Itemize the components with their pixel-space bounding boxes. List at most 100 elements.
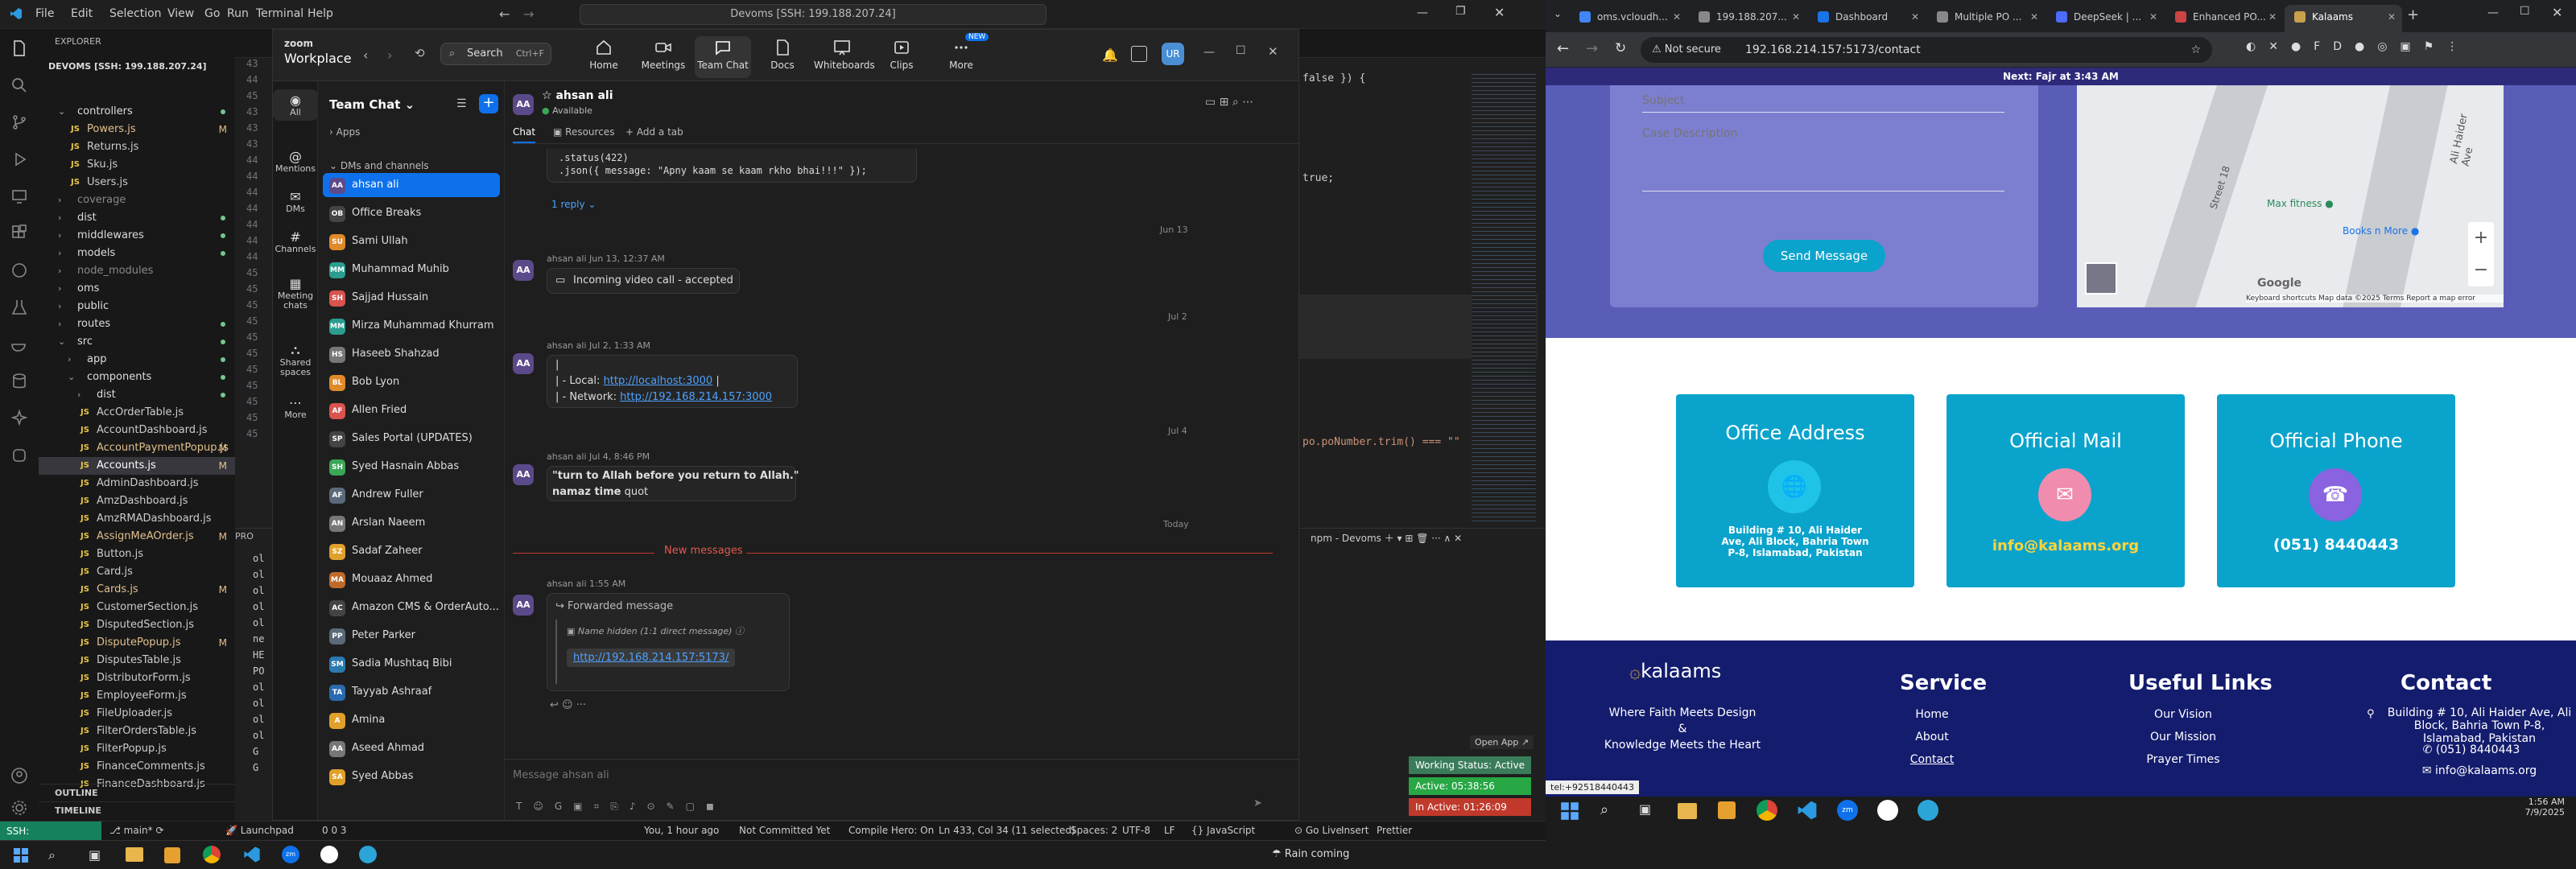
footer-link[interactable]: Our Mission (2127, 731, 2240, 743)
rail-meeting-chats[interactable]: ▦ Meeting chats (273, 273, 318, 314)
footer-link[interactable]: Home (1900, 708, 1964, 721)
menu-terminal[interactable]: Terminal (256, 7, 303, 20)
composer-toolbar[interactable]: T☺G▣⌗⎘♪⊙✎▢◼ (516, 801, 725, 813)
footer-phone[interactable]: ✆ (051) 8440443 (2415, 743, 2528, 756)
footer-logo[interactable]: ۞kalaams (1629, 660, 1721, 682)
chrome-taskbar-icon-2[interactable] (1757, 800, 1777, 821)
tree-folder[interactable]: › models (39, 245, 235, 262)
dms-section[interactable]: ⌄ DMs and channels (329, 160, 429, 171)
app2-taskbar-icon[interactable] (359, 846, 377, 863)
map-poi-books[interactable]: Books n More ● (2343, 225, 2419, 237)
contact-item[interactable]: MA Mouaaz Ahmed (323, 567, 500, 591)
browser-tab[interactable]: Kalaams ✕ (2285, 5, 2402, 32)
menu-help[interactable]: Help (308, 7, 333, 20)
map-terms[interactable]: Terms (2383, 294, 2405, 303)
app-taskbar-icon-2[interactable] (1877, 800, 1898, 821)
app-taskbar-icon[interactable] (320, 846, 338, 863)
tree-file[interactable]: JS Powers.js M (39, 121, 235, 138)
contact-item[interactable]: AC Amazon CMS & OrderAuto... (323, 595, 500, 620)
tree-file[interactable]: JS AdminDashboard.js (39, 475, 235, 492)
commit-indicator[interactable]: Not Committed Yet (739, 825, 830, 836)
rail-shared-spaces[interactable]: ⛬ Shared spaces (273, 339, 318, 381)
terminal-title[interactable]: npm - Devoms ＋ ▾ ⊞ 🗑 ··· ∧ ✕ (1311, 531, 1462, 545)
new-tab-button[interactable]: + (2407, 6, 2419, 23)
browser-tab[interactable]: oms.vcloudh... ✕ (1570, 5, 1687, 32)
zoom-minimize-icon[interactable]: — (1203, 46, 1215, 59)
contact-item[interactable]: BL Bob Lyon (323, 370, 500, 394)
zoom-tab-clips[interactable]: Clips (873, 36, 930, 78)
taskbar-search-icon[interactable]: ⌕ (48, 847, 56, 863)
system-clock[interactable]: 1:56 AM 7/9/2025 (2508, 797, 2565, 818)
team-chat-title[interactable]: Team Chat ⌄ (329, 97, 415, 112)
minimap[interactable] (1472, 72, 1536, 523)
workspace-root[interactable]: DEVOMS [SSH: 199.188.207.24] (48, 61, 207, 72)
address-bar[interactable]: ⚠ Not secure 192.168.214.157:5173/contac… (1641, 37, 2212, 63)
subject-input[interactable] (1642, 89, 2004, 113)
taskbar-search-icon-2[interactable]: ⌕ (1600, 801, 1608, 818)
search-icon[interactable] (10, 76, 29, 95)
contact-item[interactable]: MM Muhammad Muhib (323, 257, 500, 282)
contact-item[interactable]: AN Arslan Naeem (323, 511, 500, 535)
command-center[interactable]: Devoms [SSH: 199.188.207.24] (580, 4, 1046, 25)
tree-file[interactable]: JS Sku.js (39, 156, 235, 174)
tree-file[interactable]: JS AccOrderTable.js (39, 404, 235, 422)
local-link[interactable]: http://localhost:3000 (604, 375, 713, 387)
contact-item[interactable]: MM Mirza Muhammad Khurram (323, 314, 500, 338)
reply-link[interactable]: 1 reply ⌄ (551, 199, 596, 210)
tree-folder[interactable]: ⌄ controllers (39, 103, 235, 121)
menu-selection[interactable]: Selection (109, 7, 162, 20)
footer-mail[interactable]: ✉ info@kalaams.org (2415, 764, 2544, 777)
tree-file[interactable]: JS FilterPopup.js (39, 740, 235, 758)
tree-folder[interactable]: › oms (39, 280, 235, 298)
reload-icon[interactable]: ↻ (1615, 40, 1626, 56)
vscode-taskbar-icon-2[interactable] (1797, 800, 1818, 821)
send-message-button[interactable]: Send Message (1763, 240, 1885, 272)
tab-close-icon[interactable]: ✕ (1673, 5, 1681, 29)
tree-file[interactable]: JS CustomerSection.js (39, 599, 235, 616)
forward-icon[interactable]: › (387, 47, 392, 63)
tree-file[interactable]: JS Users.js (39, 174, 235, 192)
tree-folder[interactable]: › dist (39, 209, 235, 227)
minimize-icon[interactable]: — (1417, 6, 1428, 19)
chat-header-name[interactable]: ☆ ahsan ali (542, 89, 613, 102)
zoom-search-input[interactable]: ⌕ Search Ctrl+F (440, 43, 551, 65)
tree-file[interactable]: JS Accounts.js M (39, 457, 235, 475)
chat-header-actions[interactable]: ▭ ⊞ ⌕ ⋯ (1205, 96, 1253, 109)
task-view-icon[interactable]: ▣ (89, 847, 101, 863)
copilot-icon[interactable] (10, 261, 29, 280)
menu-run[interactable]: Run (227, 7, 249, 20)
contact-item[interactable]: TA Tayyab Ashraaf (323, 680, 500, 704)
zoom-taskbar-icon[interactable]: zm (282, 846, 299, 863)
tree-folder[interactable]: › node_modules (39, 262, 235, 280)
browser-tab[interactable]: Dashboard ✕ (1808, 5, 1926, 32)
tree-file[interactable]: JS AmzDashboard.js (39, 492, 235, 510)
prettier-status[interactable]: Prettier (1377, 825, 1412, 836)
tree-folder[interactable]: › coverage (39, 192, 235, 209)
tree-folder[interactable]: ⌄ components (39, 369, 235, 386)
launchpad-indicator[interactable]: 🚀 Launchpad (225, 825, 294, 836)
forwarded-link[interactable]: http://192.168.214.157:5173/ (573, 652, 729, 664)
store-icon-2[interactable] (1718, 801, 1736, 819)
python-icon[interactable] (10, 446, 29, 465)
map-shortcuts[interactable]: Keyboard shortcuts (2246, 294, 2316, 303)
not-secure-indicator[interactable]: ⚠ Not secure (1652, 37, 1721, 63)
test-icon[interactable] (10, 298, 29, 317)
map-embed[interactable]: Street 18 Ali Haider Ave Max fitness ● B… (2077, 85, 2504, 307)
zoom-tab-team-chat[interactable]: Team Chat (695, 36, 751, 78)
close-icon[interactable]: ✕ (1494, 5, 1505, 20)
nav-forward-icon[interactable]: → (523, 6, 534, 22)
menu-view[interactable]: View (167, 7, 194, 20)
send-icon[interactable]: ➤ (1253, 797, 1262, 809)
menu-go[interactable]: Go (204, 7, 220, 20)
tree-file[interactable]: JS AccountDashboard.js (39, 422, 235, 439)
tree-file[interactable]: JS DisputedSection.js (39, 616, 235, 634)
remote-explorer-icon[interactable] (10, 187, 29, 206)
nav-back-icon[interactable]: ← (499, 6, 510, 22)
tree-file[interactable]: JS DisputePopup.js M (39, 634, 235, 652)
tab-close-icon[interactable]: ✕ (2149, 5, 2157, 29)
tree-file[interactable]: JS Card.js (39, 563, 235, 581)
tree-file[interactable]: JS EmployeeForm.js (39, 687, 235, 705)
case-description-input[interactable] (1642, 127, 2004, 192)
tree-folder[interactable]: › middlewares (39, 227, 235, 245)
tree-file[interactable]: JS AssignMeAOrder.js M (39, 528, 235, 546)
